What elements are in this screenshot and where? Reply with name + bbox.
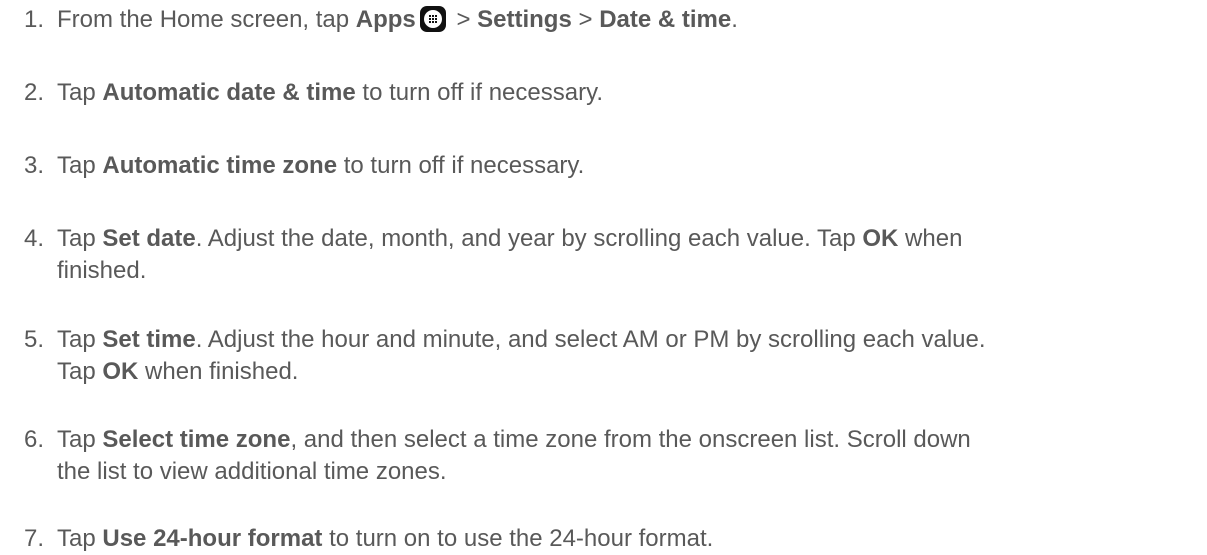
ok-label: OK [102, 358, 139, 385]
automatic-time-zone-label: Automatic time zone [102, 152, 338, 179]
step-text: From the Home screen, tap Apps > Setting… [57, 6, 738, 33]
set-time-label: Set time [102, 326, 196, 353]
step-text: Tap Automatic time zone to turn off if n… [57, 152, 585, 179]
step-text: Tap Set time. Adjust the hour and minute… [57, 326, 986, 385]
use-24-hour-format-label: Use 24-hour format [102, 525, 323, 552]
step-text: Tap Set date. Adjust the date, month, an… [57, 225, 963, 284]
date-time-label: Date & time [599, 6, 732, 33]
step-text: Tap Select time zone, and then select a … [57, 426, 971, 485]
step-number: 1. [24, 6, 45, 33]
step-text: Tap Use 24-hour format to turn on to use… [57, 525, 714, 552]
step-number: 7. [24, 525, 45, 552]
set-date-label: Set date [102, 225, 196, 252]
automatic-date-time-label: Automatic date & time [102, 79, 356, 106]
step-text: Tap Automatic date & time to turn off if… [57, 79, 603, 106]
step-number: 4. [24, 225, 45, 252]
step-number: 5. [24, 326, 45, 353]
apps-grid-icon [419, 6, 446, 32]
step-number: 3. [24, 152, 45, 179]
step-number: 6. [24, 426, 45, 453]
step-number: 2. [24, 79, 45, 106]
apps-label: Apps [355, 6, 416, 33]
settings-label: Settings [477, 6, 572, 33]
ok-label: OK [862, 225, 899, 252]
select-time-zone-label: Select time zone [102, 426, 291, 453]
